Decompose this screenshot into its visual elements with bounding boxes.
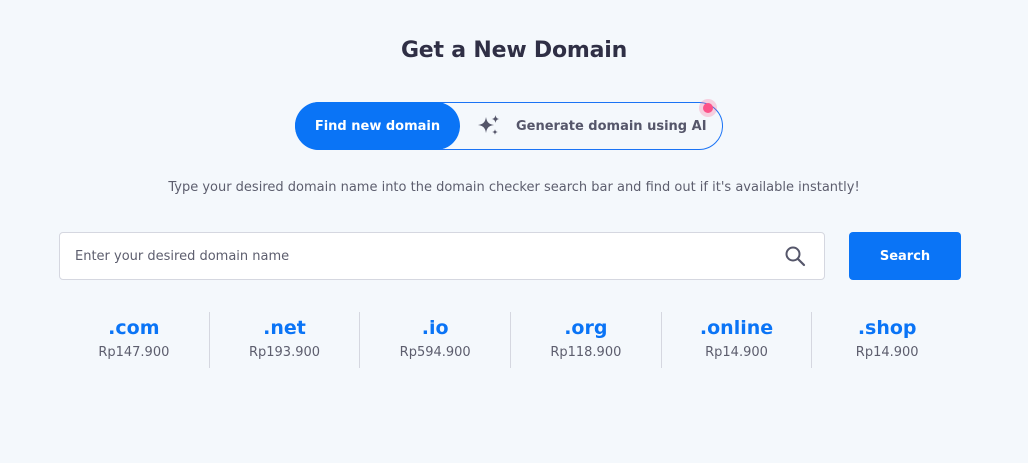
- notification-dot: [699, 99, 717, 117]
- find-new-domain-label: Find new domain: [314, 118, 441, 134]
- tld-item-shop[interactable]: .shop Rp14.900: [812, 312, 962, 368]
- tld-price: Rp594.900: [399, 345, 471, 360]
- domain-mode-toggle: Find new domain Generate domain using AI: [295, 99, 723, 150]
- tld-price: Rp147.900: [98, 345, 170, 360]
- tld-item-online[interactable]: .online Rp14.900: [662, 312, 813, 368]
- tld-item-com[interactable]: .com Rp147.900: [59, 312, 210, 368]
- tld-name: .net: [263, 317, 306, 339]
- domain-search-input[interactable]: [60, 233, 784, 279]
- tld-item-net[interactable]: .net Rp193.900: [210, 312, 361, 368]
- tld-price-list: .com Rp147.900 .net Rp193.900 .io Rp594.…: [59, 312, 962, 368]
- tld-item-io[interactable]: .io Rp594.900: [360, 312, 512, 368]
- find-new-domain-tab[interactable]: Find new domain: [295, 102, 460, 150]
- generate-domain-ai-tab[interactable]: Generate domain using AI: [476, 103, 707, 149]
- tld-price: Rp193.900: [248, 345, 321, 360]
- search-icon[interactable]: [784, 245, 806, 267]
- tld-price: Rp118.900: [550, 345, 622, 360]
- tld-name: .org: [564, 317, 608, 339]
- generate-domain-ai-label: Generate domain using AI: [516, 118, 707, 134]
- tld-name: .com: [108, 317, 160, 339]
- tld-name: .io: [421, 317, 449, 339]
- domain-search-box: [59, 232, 825, 280]
- tld-name: .online: [699, 317, 774, 339]
- search-button[interactable]: Search: [849, 232, 961, 280]
- sparkle-icon: [478, 115, 500, 135]
- tld-name: .shop: [857, 317, 917, 339]
- tld-price: Rp14.900: [855, 345, 919, 360]
- tld-price: Rp14.900: [705, 345, 768, 360]
- tld-item-org[interactable]: .org Rp118.900: [511, 312, 662, 368]
- page-subtitle: Type your desired domain name into the d…: [168, 180, 860, 195]
- page-title: Get a New Domain: [400, 38, 628, 63]
